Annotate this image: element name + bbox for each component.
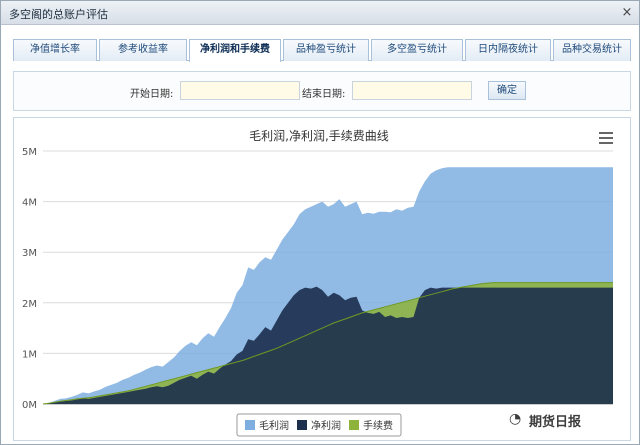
y-tick-label: 5M [22,147,37,158]
legend-item-label[interactable]: 净利润 [311,419,341,432]
y-axis-ticks: 0M 1M 2M 3M 4M 5M [22,147,37,411]
legend-item-label[interactable]: 手续费 [363,419,393,432]
chart-title: 毛利润,净利润,手续费曲线 [249,129,389,143]
y-tick-label: 0M [22,400,37,411]
chart-menu-icon[interactable] [599,132,613,144]
y-tick-label: 3M [22,248,37,259]
profit-fee-area-chart: 毛利润,净利润,手续费曲线 0M 1M 2M 3M 4M 5M 毛利润 净利润 手续费 [22,129,613,437]
legend-swatch [297,420,307,430]
y-tick-label: 4M [22,198,37,209]
wechat-icon: ◔ [509,411,522,427]
chart-legend: 毛利润 净利润 手续费 [236,413,402,437]
legend-item-label[interactable]: 毛利润 [259,419,289,432]
chart-areas [42,167,613,405]
y-tick-label: 1M [22,349,37,360]
y-tick-label: 2M [22,299,37,310]
account-evaluation-window: 多空阁的总账户评估 × 净值增长率 参考收益率 净利润和手续费 品种盈亏统计 多… [0,0,640,445]
legend-swatch [349,420,359,430]
legend-swatch [245,420,255,430]
watermark-text: 期货日报 [529,415,582,430]
